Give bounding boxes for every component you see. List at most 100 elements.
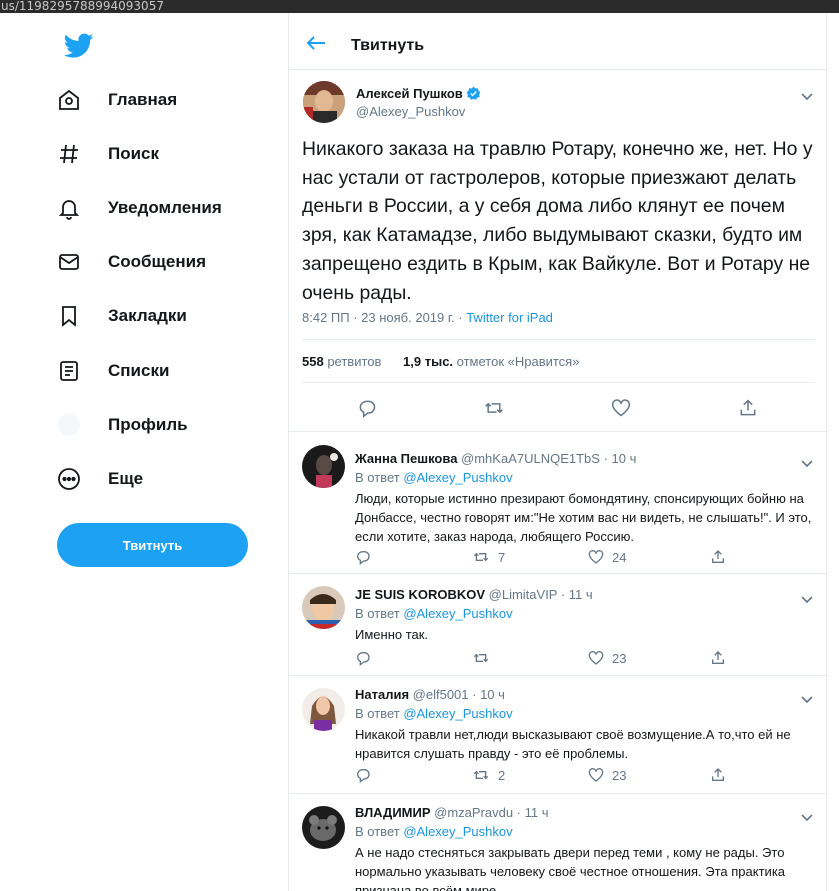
- chevron-down-icon[interactable]: [801, 88, 813, 101]
- share-icon[interactable]: [710, 650, 726, 666]
- share-icon[interactable]: [710, 767, 726, 783]
- avatar[interactable]: [302, 586, 345, 629]
- tweet-source-link[interactable]: Twitter for iPad: [466, 310, 553, 325]
- reply-item[interactable]: JE SUIS KOROBKOV @LimitaVIP · 11 ч В отв…: [289, 574, 828, 676]
- nav-label: Списки: [108, 361, 170, 380]
- like-count: 24: [612, 549, 627, 565]
- chevron-down-icon[interactable]: [801, 809, 813, 822]
- like-icon[interactable]: 23: [588, 650, 626, 666]
- likes-label: отметок «Нравится»: [453, 354, 580, 369]
- retweet-icon[interactable]: 2: [472, 767, 505, 783]
- reply-text: Люди, которые истинно презирают бомондят…: [355, 491, 812, 544]
- like-icon[interactable]: 23: [588, 767, 626, 783]
- share-icon[interactable]: [710, 549, 726, 565]
- reply-author-name[interactable]: Жанна Пешкова: [355, 451, 457, 466]
- compose-tweet-button[interactable]: Твитнуть: [57, 523, 248, 567]
- reply-item[interactable]: ВЛАДИМИР @mzaPravdu · 11 ч В ответ @Alex…: [289, 794, 828, 891]
- tweet-meta: 8:42 ПП · 23 нояб. 2019 г. · Twitter for…: [302, 310, 553, 325]
- page-header: Твитнуть: [289, 13, 828, 70]
- nav-label: Еще: [108, 469, 144, 488]
- tweet-actions: [289, 398, 828, 424]
- mention-link[interactable]: @Alexey_Pushkov: [403, 824, 512, 839]
- nav-label: Уведомления: [108, 198, 222, 217]
- reply-item[interactable]: Жанна Пешкова @mhKaA7ULNQE1TbS · 10 ч В …: [289, 432, 828, 574]
- divider: [302, 339, 815, 340]
- mention-link[interactable]: @Alexey_Pushkov: [403, 706, 512, 721]
- page-title: Твитнуть: [351, 37, 425, 54]
- reply-author-name[interactable]: JE SUIS KOROBKOV: [355, 587, 485, 602]
- reply-author-name[interactable]: Наталия: [355, 687, 409, 702]
- retweets-stat[interactable]: 558 ретвитов: [302, 354, 381, 369]
- author-avatar[interactable]: [303, 81, 345, 123]
- in-reply-label: В ответ: [355, 706, 404, 721]
- more-icon: [56, 466, 82, 492]
- divider: [302, 382, 815, 383]
- reply-author-handle[interactable]: @elf5001 · 10 ч: [409, 687, 505, 702]
- reply-author-handle[interactable]: @mhKaA7ULNQE1TbS · 10 ч: [457, 451, 636, 466]
- nav-label: Сообщения: [108, 252, 206, 271]
- in-reply-to: В ответ @Alexey_Pushkov: [355, 706, 513, 721]
- mention-link[interactable]: @Alexey_Pushkov: [403, 470, 512, 485]
- in-reply-label: В ответ: [355, 824, 404, 839]
- reply-actions: 23: [355, 650, 755, 668]
- tweet-timestamp[interactable]: 8:42 ПП · 23 нояб. 2019 г. ·: [302, 310, 466, 325]
- reply-author-handle[interactable]: @LimitaVIP · 11 ч: [485, 587, 593, 602]
- retweets-count: 558: [302, 354, 324, 369]
- reply-icon[interactable]: [355, 767, 371, 783]
- nav-item-home[interactable]: Главная: [56, 80, 177, 120]
- retweet-icon[interactable]: 7: [472, 549, 505, 565]
- reply-item[interactable]: Наталия @elf5001 · 10 ч В ответ @Alexey_…: [289, 676, 828, 794]
- retweet-count: 2: [498, 767, 506, 783]
- reply-icon[interactable]: [355, 650, 371, 666]
- hashtag-icon: [56, 141, 82, 167]
- author-name[interactable]: Алексей Пушков: [356, 86, 481, 101]
- like-count: 23: [612, 767, 627, 783]
- reply-author-name[interactable]: ВЛАДИМИР: [355, 805, 431, 820]
- retweet-icon[interactable]: [472, 650, 490, 666]
- nav-item-search[interactable]: Поиск: [56, 134, 159, 174]
- chevron-down-icon[interactable]: [801, 591, 813, 604]
- share-icon[interactable]: [738, 398, 758, 418]
- avatar[interactable]: [302, 806, 345, 849]
- nav-item-notifications[interactable]: Уведомления: [56, 188, 222, 228]
- reply-text: Именно так.: [355, 627, 429, 642]
- chevron-down-icon[interactable]: [801, 691, 813, 704]
- retweet-count: 7: [498, 549, 506, 565]
- nav-label: Главная: [108, 90, 178, 109]
- profile-icon: [56, 412, 82, 438]
- nav-item-lists[interactable]: Списки: [56, 351, 169, 391]
- twitter-logo-icon[interactable]: [63, 33, 94, 59]
- author-handle[interactable]: @Alexey_Pushkov: [356, 104, 465, 119]
- nav-item-profile[interactable]: Профиль: [56, 405, 188, 445]
- home-icon: [56, 87, 82, 113]
- nav-label: Профиль: [108, 415, 188, 434]
- likes-stat[interactable]: 1,9 тыс. отметок «Нравится»: [403, 354, 579, 369]
- avatar[interactable]: [302, 445, 345, 488]
- reply-icon[interactable]: [357, 398, 377, 418]
- nav-item-messages[interactable]: Сообщения: [56, 242, 206, 282]
- nav-item-more[interactable]: Еще: [56, 459, 143, 499]
- tweet-text: Никакого заказа на травлю Ротару, конечн…: [302, 138, 813, 304]
- retweet-icon[interactable]: [484, 398, 504, 418]
- nav-item-bookmarks[interactable]: Закладки: [56, 296, 187, 336]
- reply-header: Жанна Пешкова @mhKaA7ULNQE1TbS · 10 ч: [355, 451, 636, 466]
- nav-label: Поиск: [108, 144, 160, 163]
- like-icon[interactable]: 24: [588, 549, 626, 565]
- browser-url-bar[interactable]: us/1198295788994093057: [0, 0, 839, 13]
- reply-header: Наталия @elf5001 · 10 ч: [355, 687, 505, 702]
- retweets-label: ретвитов: [323, 354, 382, 369]
- likes-count: 1,9 тыс.: [403, 354, 454, 369]
- envelope-icon: [56, 249, 82, 275]
- author-name-text: Алексей Пушков: [356, 86, 463, 101]
- reply-text: Никакой травли нет,люди высказывают своё…: [355, 727, 791, 761]
- back-arrow-icon[interactable]: [306, 35, 326, 51]
- reply-icon[interactable]: [355, 549, 371, 565]
- mention-link[interactable]: @Alexey_Pushkov: [403, 606, 512, 621]
- tweet-stats: 558 ретвитов 1,9 тыс. отметок «Нравится»: [302, 354, 579, 369]
- like-icon[interactable]: [611, 398, 631, 418]
- reply-author-handle[interactable]: @mzaPravdu · 11 ч: [431, 805, 548, 820]
- nav-label: Закладки: [108, 306, 187, 325]
- avatar[interactable]: [302, 688, 345, 731]
- chevron-down-icon[interactable]: [801, 455, 813, 468]
- reply-header: ВЛАДИМИР @mzaPravdu · 11 ч: [355, 805, 549, 820]
